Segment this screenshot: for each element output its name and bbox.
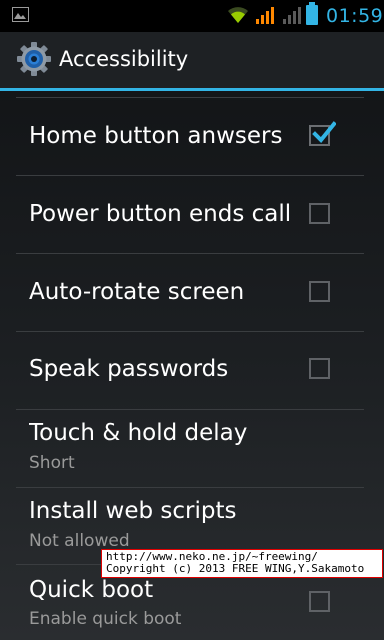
setting-summary: Short (29, 453, 75, 473)
setting-summary: Enable quick boot (29, 609, 182, 629)
setting-title: Power button ends call (29, 201, 292, 227)
battery-icon (306, 2, 318, 25)
setting-title: Quick boot (29, 577, 154, 603)
checkbox-speak-passwords[interactable] (309, 358, 330, 379)
page-title: Accessibility (59, 47, 189, 71)
checkbox-quick-boot[interactable] (309, 591, 330, 612)
setting-title: Speak passwords (29, 356, 229, 382)
watermark-copyright: Copyright (c) 2013 FREE WING,Y.Sakamoto (106, 562, 365, 575)
setting-summary: Not allowed (29, 531, 130, 551)
setting-power-button-ends-call[interactable]: Power button ends call (0, 176, 384, 253)
checkbox-auto-rotate[interactable] (309, 281, 330, 302)
copyright-watermark: http://www.neko.ne.jp/~freewing/ Copyrig… (101, 549, 383, 578)
setting-auto-rotate-screen[interactable]: Auto-rotate screen (0, 254, 384, 331)
setting-speak-passwords[interactable]: Speak passwords (0, 332, 384, 409)
wifi-icon (228, 7, 248, 23)
action-bar: Accessibility (0, 32, 384, 91)
status-time: 01:59 (326, 5, 384, 27)
setting-home-button-answers-call[interactable]: Home button anwsers c (0, 98, 384, 175)
gallery-notification-icon[interactable] (12, 7, 29, 22)
checkbox-home-button[interactable] (309, 121, 336, 146)
checkmark-icon (312, 121, 336, 143)
setting-title: Install web scripts (29, 498, 237, 524)
signal-icon (256, 7, 274, 24)
checkbox-power-button[interactable] (309, 203, 330, 224)
signal-icon (283, 7, 301, 24)
settings-gear-icon[interactable] (16, 41, 52, 77)
status-bar: 01:59 (0, 0, 384, 32)
setting-title: Touch & hold delay (29, 420, 248, 446)
setting-title: Auto-rotate screen (29, 279, 245, 305)
setting-touch-hold-delay[interactable]: Touch & hold delay Short (0, 410, 384, 487)
setting-title: Home button anwsers c (29, 123, 284, 149)
